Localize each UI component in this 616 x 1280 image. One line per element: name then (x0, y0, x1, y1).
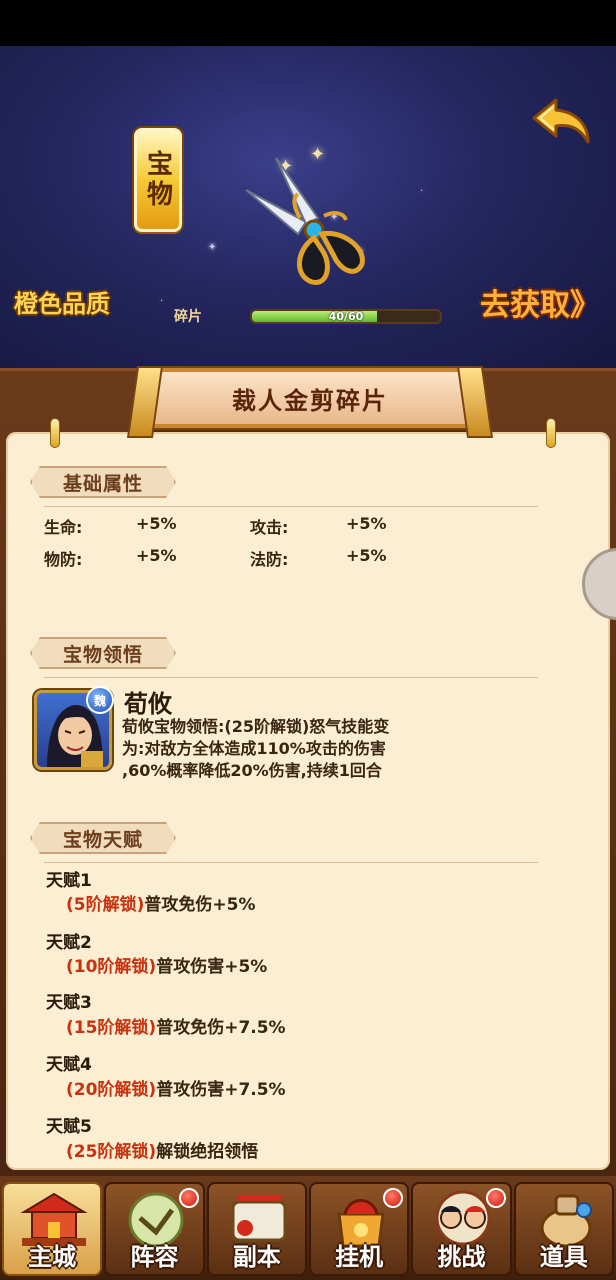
nav-label: 阵容 (130, 1243, 179, 1271)
divider (44, 677, 538, 678)
nav-formation[interactable]: 阵容 (104, 1182, 205, 1276)
talent-title: 天赋3 (46, 993, 92, 1013)
section-basic-attributes: 基础属性 (30, 466, 176, 498)
insight-line: ,60%概率降低20%伤害,持续1回合 (122, 761, 382, 780)
sparkle-icon: · (420, 186, 424, 197)
nav-label: 挑战 (437, 1243, 486, 1271)
attr-hp-value: +5% (136, 514, 177, 533)
detail-panel (6, 432, 610, 1170)
fragment-label: 碎片 (174, 309, 202, 325)
quality-label: 橙色品质 (14, 290, 110, 318)
talent-title: 天赋2 (46, 933, 92, 953)
talent-unlock-level: (20阶解锁) (66, 1080, 157, 1100)
talent-effect-text: 普攻免伤+7.5% (156, 1018, 286, 1038)
status-bar (0, 0, 616, 46)
talent-unlock-level: (15阶解锁) (66, 1018, 157, 1038)
treasure-type-tag: 宝物 (134, 128, 182, 232)
talent-unlock-level: (25阶解锁) (66, 1142, 157, 1162)
back-button[interactable] (530, 96, 594, 148)
back-arrow-icon (532, 98, 590, 144)
attr-pdef-value: +5% (136, 546, 177, 565)
talent-effect: (15阶解锁)普攻免伤+7.5% (66, 1013, 286, 1038)
sparkle-icon: · (160, 296, 164, 307)
notification-dot (485, 1188, 506, 1208)
attr-hp-label: 生命: (44, 518, 83, 537)
insight-line: 为:对敌方全体造成110%攻击的伤害 (122, 739, 386, 758)
bottom-nav: 主城 阵容 副本 挂机 挑战 道具 (0, 1176, 616, 1280)
talent-effect-text: 普攻伤害+5% (156, 957, 268, 977)
scroll-pin-right (546, 418, 556, 448)
nav-label: 挂机 (335, 1243, 384, 1271)
nav-main-city[interactable]: 主城 (2, 1182, 103, 1276)
nav-label: 副本 (232, 1243, 281, 1271)
nav-dungeon[interactable]: 副本 (206, 1182, 307, 1276)
talent-effect: (25阶解锁)解锁绝招领悟 (66, 1137, 258, 1162)
golden-scissors-icon (245, 157, 365, 285)
talent-title: 天赋1 (46, 871, 92, 891)
section-treasure-insight: 宝物领悟 (30, 637, 176, 669)
insight-line: 荀攸宝物领悟:(25阶解锁)怒气技能变 (122, 717, 390, 736)
talent-unlock-level: (5阶解锁) (66, 895, 145, 915)
divider (44, 506, 538, 507)
talent-effect-text: 普攻伤害+7.5% (156, 1080, 286, 1100)
item-title: 裁人金剪碎片 (232, 386, 388, 415)
nav-items[interactable]: 道具 (513, 1182, 614, 1276)
divider (44, 862, 538, 863)
talent-effect: (10阶解锁)普攻伤害+5% (66, 952, 267, 977)
scroll-pin-left (50, 418, 60, 448)
talent-effect: (20阶解锁)普攻伤害+7.5% (66, 1075, 286, 1100)
nav-idle[interactable]: 挂机 (308, 1182, 410, 1276)
nav-label: 道具 (539, 1243, 588, 1271)
talent-effect-text: 普攻免伤+5% (144, 895, 256, 915)
nav-label: 主城 (28, 1243, 77, 1271)
hero-name: 荀攸 (124, 690, 172, 718)
faction-badge: 魏 (86, 686, 114, 714)
nav-challenge[interactable]: 挑战 (411, 1182, 512, 1276)
section-treasure-talent: 宝物天赋 (30, 822, 176, 854)
talent-effect-text: 解锁绝招领悟 (156, 1142, 259, 1162)
talent-title: 天赋5 (46, 1117, 92, 1137)
attr-mdef-label: 法防: (250, 550, 289, 569)
talent-title: 天赋4 (46, 1055, 92, 1075)
notification-dot (178, 1188, 199, 1208)
item-title-banner: 裁人金剪碎片 (144, 368, 476, 428)
fragment-progress-text: 40/60 (328, 310, 364, 323)
sparkle-icon: ✦ (208, 242, 217, 253)
talent-unlock-level: (10阶解锁) (66, 957, 157, 977)
insight-description: 荀攸宝物领悟:(25阶解锁)怒气技能变 为:对敌方全体造成110%攻击的伤害 ,… (122, 716, 442, 782)
attr-mdef-value: +5% (346, 546, 387, 565)
attr-attack-value: +5% (346, 514, 387, 533)
notification-dot (383, 1188, 404, 1208)
talent-effect: (5阶解锁)普攻免伤+5% (66, 890, 255, 915)
attr-attack-label: 攻击: (250, 518, 289, 537)
obtain-link[interactable]: 去获取》 (480, 280, 600, 324)
attr-pdef-label: 物防: (44, 550, 83, 569)
